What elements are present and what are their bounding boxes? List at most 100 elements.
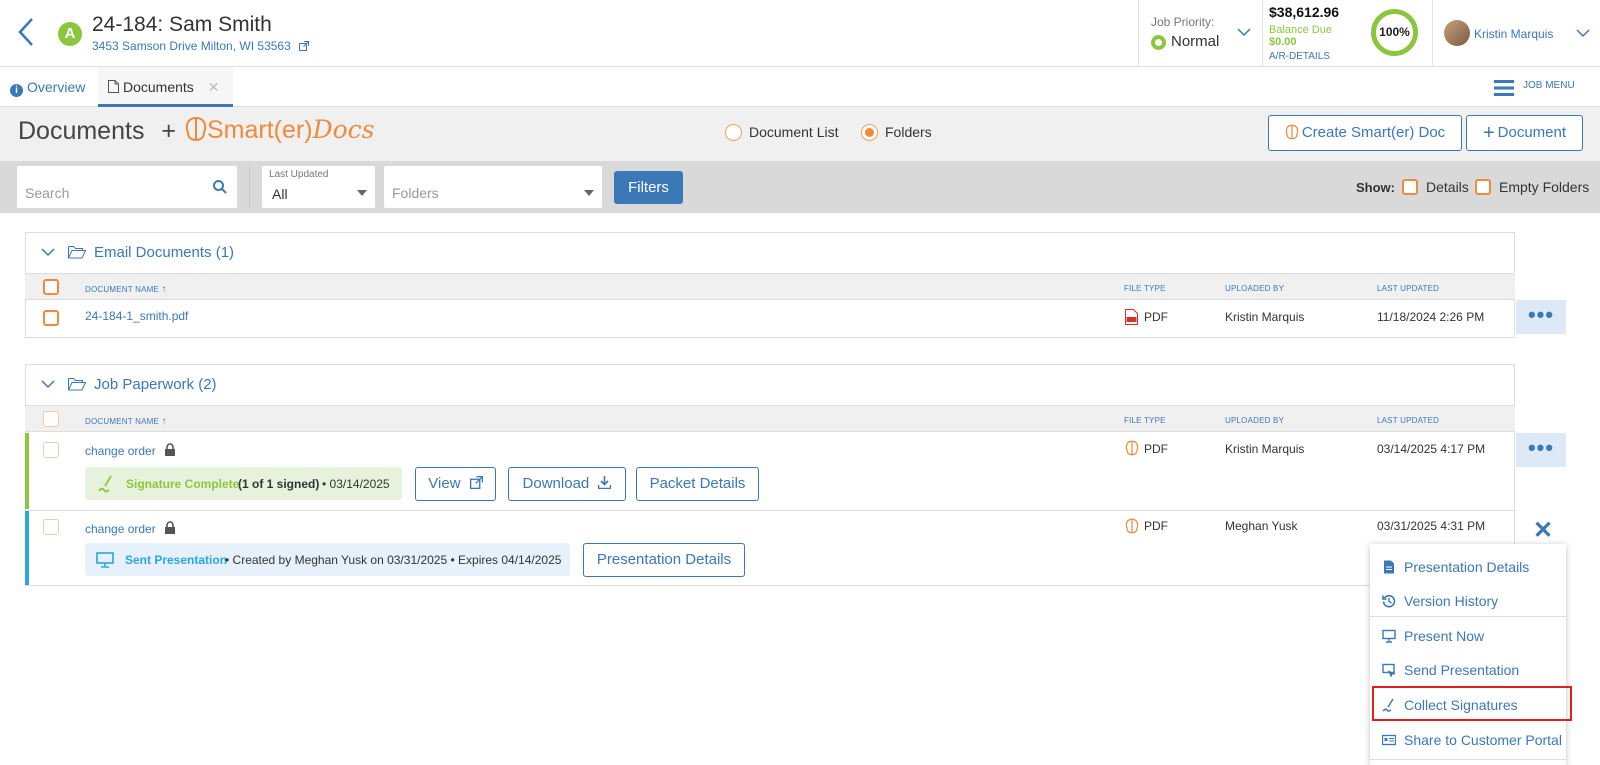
priority-label: Job Priority: — [1151, 15, 1215, 29]
last-updated-select[interactable]: Last Updated All — [262, 166, 375, 208]
brand-italic: Docs — [312, 115, 375, 144]
details-label[interactable]: Details — [1426, 179, 1469, 195]
column-document-name[interactable]: DOCUMENT NAME ↑ — [85, 416, 167, 427]
priority-chevron-down-icon[interactable] — [1237, 27, 1251, 37]
hamburger-menu-icon[interactable] — [1494, 80, 1514, 96]
document-name-link[interactable]: change order — [85, 443, 176, 458]
smarter-docs-logo: Smart(er)Docs — [185, 115, 375, 145]
row-checkbox[interactable] — [43, 310, 59, 326]
empty-folders-label[interactable]: Empty Folders — [1499, 179, 1589, 195]
row-checkbox[interactable] — [43, 442, 59, 458]
user-name[interactable]: Kristin Marquis — [1474, 27, 1553, 41]
details-checkbox[interactable] — [1402, 179, 1418, 195]
menu-item-label: Send Presentation — [1404, 662, 1520, 678]
select-all-checkbox[interactable] — [43, 411, 59, 427]
job-menu-button[interactable]: JOB MENU — [1523, 80, 1575, 91]
presentation-status: Sent Presentation — [125, 553, 228, 567]
menu-separator — [1370, 759, 1566, 760]
priority-value[interactable]: Normal — [1171, 33, 1219, 50]
ar-details-link[interactable]: A/R-DETAILS — [1269, 51, 1330, 62]
column-file-type[interactable]: FILE TYPE — [1124, 416, 1166, 425]
column-document-name[interactable]: DOCUMENT NAME ↑ — [85, 284, 167, 295]
column-header-row — [25, 405, 1515, 432]
external-link-icon — [299, 41, 310, 51]
download-icon — [598, 476, 612, 490]
more-options-button[interactable]: ••• — [1516, 300, 1566, 334]
document-list-label[interactable]: Document List — [749, 124, 838, 140]
document-list-radio[interactable] — [725, 124, 742, 141]
column-document-name-label: DOCUMENT NAME — [85, 285, 160, 294]
document-name-link[interactable]: 24-184-1_smith.pdf — [85, 309, 188, 323]
view-button[interactable]: View — [415, 467, 496, 501]
row-checkbox[interactable] — [43, 519, 59, 535]
folders-label[interactable]: Folders — [885, 124, 932, 140]
menu-presentation-details[interactable]: Presentation Details — [1370, 550, 1566, 584]
download-button[interactable]: Download — [508, 467, 626, 501]
tab-documents[interactable]: Documents ✕ — [98, 67, 233, 107]
menu-send-presentation[interactable]: Send Presentation — [1370, 653, 1566, 687]
menu-present-now[interactable]: Present Now — [1370, 619, 1566, 653]
row-actions-menu: Presentation Details Version History Pre… — [1370, 544, 1566, 765]
avatar[interactable] — [1444, 20, 1470, 46]
back-chevron-icon[interactable] — [14, 16, 38, 48]
signature-status: Signature Complete — [126, 477, 240, 491]
header-divider — [1432, 0, 1433, 67]
job-address-link[interactable]: 3453 Samson Drive Milton, WI 53563 — [92, 39, 310, 53]
page-title: Documents + — [18, 117, 176, 146]
folder-name[interactable]: Email Documents (1) — [94, 244, 234, 261]
presentation-status-pill: Sent Presentation • Created by Meghan Yu… — [85, 543, 570, 576]
close-menu-icon[interactable]: ✕ — [1518, 514, 1568, 548]
folders-select[interactable]: Folders — [384, 166, 602, 208]
column-last-updated[interactable]: LAST UPDATED — [1377, 284, 1439, 293]
document-name[interactable]: change order — [85, 522, 156, 536]
filters-button[interactable]: Filters — [614, 171, 683, 204]
search-icon[interactable] — [213, 180, 227, 194]
folder-name[interactable]: Job Paperwork (2) — [94, 376, 217, 393]
column-last-updated[interactable]: LAST UPDATED — [1377, 416, 1439, 425]
column-file-type[interactable]: FILE TYPE — [1124, 284, 1166, 293]
document-name[interactable]: change order — [85, 444, 156, 458]
folders-radio[interactable] — [861, 124, 878, 141]
folder-open-icon — [68, 378, 86, 391]
folders-placeholder: Folders — [392, 185, 439, 201]
empty-folders-checkbox[interactable] — [1475, 179, 1491, 195]
add-document-button[interactable]: + Document — [1466, 115, 1583, 151]
user-chevron-down-icon[interactable] — [1576, 28, 1590, 38]
portal-card-icon — [1382, 734, 1396, 746]
packet-details-button[interactable]: Packet Details — [636, 467, 759, 501]
collapse-chevron-icon[interactable] — [41, 379, 55, 389]
tab-label: Overview — [27, 79, 86, 95]
column-uploaded-by[interactable]: UPLOADED BY — [1225, 416, 1284, 425]
signature-date: • 03/14/2025 — [322, 477, 390, 491]
presentation-details-button[interactable]: Presentation Details — [583, 543, 745, 577]
document-icon — [1384, 560, 1394, 574]
caret-down-icon — [357, 190, 367, 196]
more-options-button[interactable]: ••• — [1516, 433, 1566, 467]
file-type: PDF — [1144, 519, 1168, 533]
signature-count: (1 of 1 signed) — [238, 477, 320, 491]
tab-close-icon[interactable]: ✕ — [208, 79, 220, 95]
uploaded-by: Meghan Yusk — [1225, 519, 1298, 533]
create-smarter-doc-button[interactable]: Create Smart(er) Doc — [1268, 115, 1462, 151]
document-icon — [108, 80, 119, 93]
status-indicator-bar — [25, 511, 29, 585]
menu-version-history[interactable]: Version History — [1370, 584, 1566, 618]
last-updated-value: All — [272, 186, 288, 202]
tab-overview[interactable]: i Overview — [10, 67, 96, 107]
balance-due-label: Balance Due — [1269, 24, 1332, 36]
last-updated-label: Last Updated — [269, 169, 329, 180]
search-placeholder: Search — [25, 185, 70, 201]
lock-icon — [165, 521, 176, 534]
menu-share-customer-portal[interactable]: Share to Customer Portal — [1370, 723, 1566, 757]
column-header-row — [25, 273, 1515, 300]
presentation-detail: • Created by Meghan Yusk on 03/31/2025 •… — [225, 553, 562, 567]
column-uploaded-by[interactable]: UPLOADED BY — [1225, 284, 1284, 293]
select-all-checkbox[interactable] — [43, 279, 59, 295]
search-input[interactable]: Search — [17, 166, 237, 208]
tab-bar: i Overview Documents ✕ — [0, 67, 1600, 107]
document-name-link[interactable]: change order — [85, 521, 176, 536]
job-address[interactable]: 3453 Samson Drive Milton, WI 53563 — [92, 39, 291, 53]
last-updated: 03/31/2025 4:31 PM — [1377, 519, 1486, 533]
collapse-chevron-icon[interactable] — [41, 247, 55, 257]
menu-item-label: Present Now — [1404, 628, 1485, 644]
